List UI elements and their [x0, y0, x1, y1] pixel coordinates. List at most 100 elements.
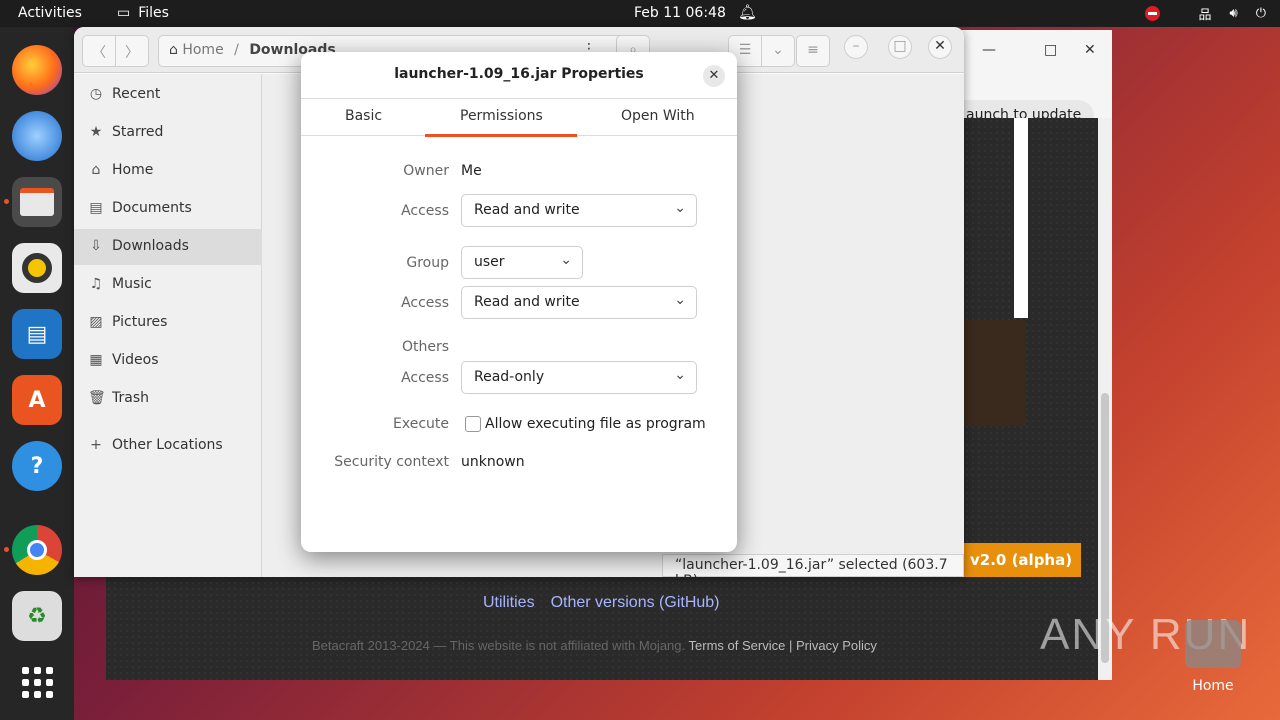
- thunderbird-icon[interactable]: [12, 111, 62, 161]
- network-icon: 品: [1198, 8, 1212, 23]
- recording-stop-icon[interactable]: [1145, 6, 1161, 21]
- others-access-label: Access: [401, 370, 449, 386]
- tab-basic[interactable]: Basic: [345, 108, 382, 124]
- system-tray[interactable]: 品 🔊︎ ⏻: [1145, 4, 1266, 23]
- sidebar-item-label: Starred: [112, 124, 164, 140]
- page-scrollbar[interactable]: [1098, 118, 1112, 680]
- owner-access-label: Access: [401, 203, 449, 219]
- show-apps-icon[interactable]: [12, 657, 62, 707]
- chrome-icon[interactable]: [12, 525, 62, 575]
- execute-option-label[interactable]: Allow executing file as program: [485, 416, 706, 432]
- footer-text: Betacraft 2013-2024 — This website is no…: [312, 638, 686, 653]
- others-access-value: Read-only: [474, 369, 545, 385]
- sidebar-item-label: Downloads: [112, 238, 189, 254]
- recycle-bin-icon[interactable]: ♻: [12, 591, 62, 641]
- security-context-value: unknown: [461, 454, 525, 470]
- status-bar: “launcher-1.09_16.jar” selected (603.7 k…: [662, 554, 964, 577]
- back-button[interactable]: 〈: [82, 35, 116, 67]
- app-center-icon[interactable]: A: [12, 375, 62, 425]
- document-icon: ▤: [89, 200, 103, 216]
- sidebar: ◷ Recent ★ Starred ⌂ Home ▤ Documents ⇩ Downloads…: [74, 74, 262, 577]
- tab-bar: Basic Permissions Open With: [301, 98, 737, 137]
- sidebar-item-music[interactable]: ♫ Music: [74, 267, 262, 303]
- trash-icon: 🗑: [88, 390, 106, 406]
- group-value: user: [474, 254, 505, 270]
- alpha-download-button[interactable]: v2.0 (alpha): [962, 543, 1081, 577]
- privacy-link[interactable]: Privacy Policy: [796, 638, 877, 653]
- utilities-link[interactable]: Utilities: [483, 594, 535, 612]
- activities-button[interactable]: Activities: [18, 5, 82, 21]
- running-indicator: [4, 199, 9, 204]
- minimize-icon[interactable]: —: [982, 42, 996, 58]
- terms-link[interactable]: Terms of Service: [689, 638, 786, 653]
- sidebar-item-label: Music: [112, 276, 152, 292]
- owner-label: Owner: [403, 163, 449, 179]
- sidebar-item-documents[interactable]: ▤ Documents: [74, 191, 262, 227]
- top-bar: Activities ▭ Files Feb 11 06:48 🔔︎ 品 🔊︎ …: [0, 0, 1280, 27]
- owner-access-dropdown[interactable]: Read and write ⌄: [461, 194, 697, 227]
- page-footer: Betacraft 2013-2024 — This website is no…: [312, 638, 877, 653]
- home-icon: ⌂: [91, 162, 101, 178]
- sidebar-item-label: Videos: [112, 352, 159, 368]
- main-menu-icon[interactable]: ≡: [796, 35, 830, 67]
- group-label: Group: [406, 255, 449, 271]
- volume-icon: 🔊︎: [1229, 6, 1238, 21]
- download-icon: ⇩: [90, 238, 102, 254]
- minimize-icon[interactable]: –: [844, 35, 868, 59]
- help-icon[interactable]: ?: [12, 441, 62, 491]
- execute-checkbox[interactable]: [465, 416, 481, 432]
- forward-button[interactable]: 〉: [115, 35, 149, 67]
- tab-permissions[interactable]: Permissions: [460, 108, 543, 124]
- sidebar-item-recent[interactable]: ◷ Recent: [74, 77, 262, 113]
- group-dropdown[interactable]: user ⌄: [461, 246, 583, 279]
- owner-value: Me: [461, 163, 482, 179]
- app-menu[interactable]: ▭ Files: [117, 5, 169, 21]
- group-access-value: Read and write: [474, 294, 580, 310]
- picture-icon: ▨: [89, 314, 103, 330]
- desktop-home-icon[interactable]: Home: [1185, 620, 1241, 694]
- plus-icon: +: [90, 437, 102, 453]
- running-indicator: [4, 547, 9, 552]
- desktop-home-label: Home: [1192, 678, 1234, 694]
- active-tab-indicator: [425, 134, 577, 137]
- github-link[interactable]: Other versions (GitHub): [551, 594, 720, 612]
- close-icon[interactable]: ✕: [1084, 42, 1096, 58]
- sidebar-item-label: Other Locations: [112, 437, 223, 453]
- rhythmbox-icon[interactable]: [12, 243, 62, 293]
- path-home[interactable]: Home: [182, 42, 223, 58]
- dialog-title: launcher-1.09_16.jar Properties: [394, 66, 644, 82]
- group-access-dropdown[interactable]: Read and write ⌄: [461, 286, 697, 319]
- home-icon: ⌂: [169, 42, 178, 58]
- sidebar-item-downloads[interactable]: ⇩ Downloads: [74, 229, 262, 265]
- footer-separator: |: [788, 638, 793, 653]
- execute-label: Execute: [393, 416, 449, 432]
- clock[interactable]: Feb 11 06:48: [634, 5, 726, 21]
- tab-open-with[interactable]: Open With: [621, 108, 695, 124]
- sidebar-item-pictures[interactable]: ▨ Pictures: [74, 305, 262, 341]
- group-access-label: Access: [401, 295, 449, 311]
- sidebar-item-home[interactable]: ⌂ Home: [74, 153, 262, 189]
- chevron-down-icon: ⌄: [674, 200, 686, 216]
- sidebar-item-starred[interactable]: ★ Starred: [74, 115, 262, 151]
- chevron-down-icon: ⌄: [674, 292, 686, 308]
- view-options-icon[interactable]: ⌄: [761, 35, 795, 67]
- owner-access-value: Read and write: [474, 202, 580, 218]
- properties-dialog: launcher-1.09_16.jar Properties ✕ Basic …: [301, 52, 737, 552]
- files-icon[interactable]: [12, 177, 62, 227]
- maximize-icon[interactable]: □: [1044, 42, 1057, 58]
- close-icon[interactable]: ✕: [703, 65, 725, 87]
- others-access-dropdown[interactable]: Read-only ⌄: [461, 361, 697, 394]
- sidebar-item-label: Recent: [112, 86, 161, 102]
- app-name: Files: [138, 5, 169, 21]
- sidebar-item-trash[interactable]: 🗑 Trash: [74, 381, 262, 417]
- writer-icon[interactable]: ▤: [12, 309, 62, 359]
- sidebar-item-other-locations[interactable]: + Other Locations: [74, 428, 262, 464]
- chevron-down-icon: ⌄: [560, 252, 572, 268]
- folder-icon: ▭: [117, 5, 131, 21]
- music-icon: ♫: [89, 276, 103, 292]
- maximize-icon[interactable]: □: [888, 35, 912, 59]
- close-icon[interactable]: ✕: [928, 35, 952, 59]
- sidebar-item-videos[interactable]: ▦ Videos: [74, 343, 262, 379]
- firefox-icon[interactable]: [12, 45, 62, 95]
- sidebar-item-label: Documents: [112, 200, 192, 216]
